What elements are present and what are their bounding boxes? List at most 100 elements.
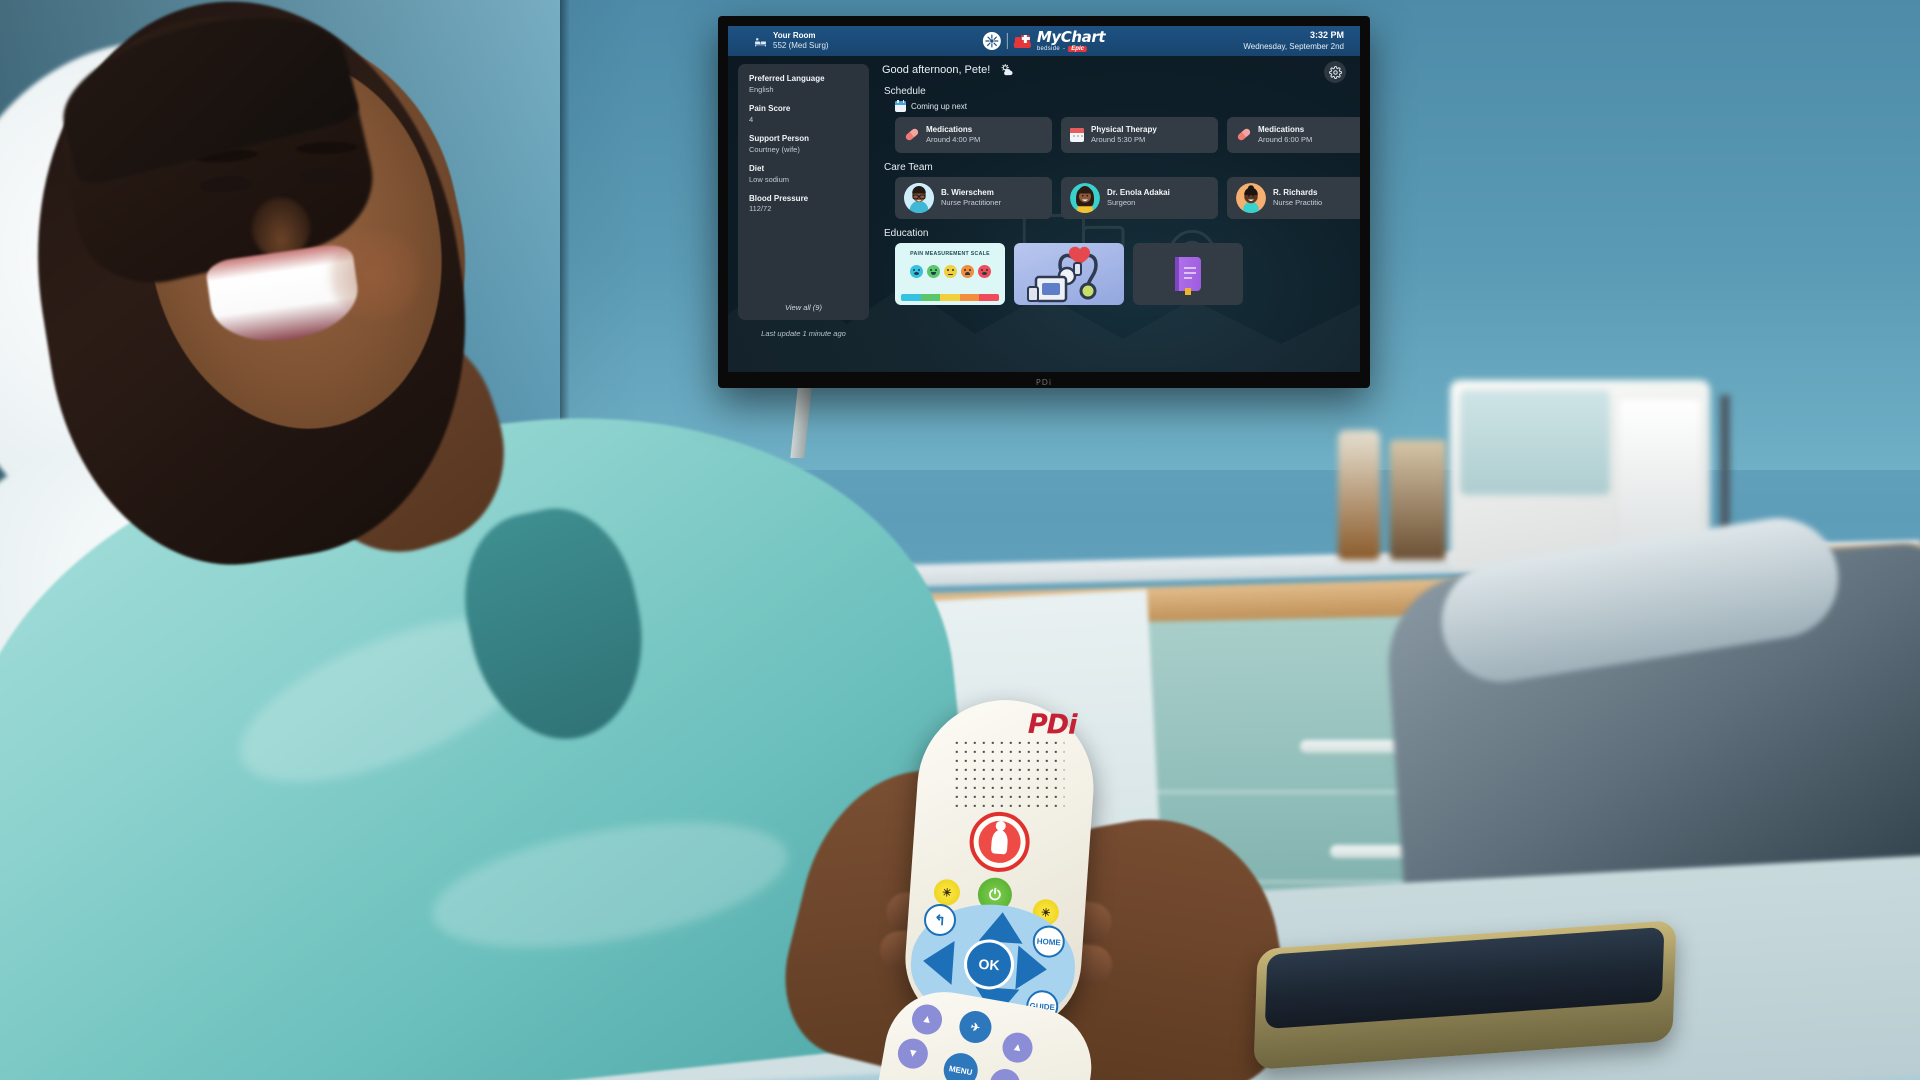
volume-up-button[interactable]: ▲ xyxy=(1000,1030,1035,1066)
pain-scale-faces xyxy=(895,265,1005,278)
schedule-card-row: Medications Around 4:00 PM Physical Ther… xyxy=(882,117,1360,153)
book-icon xyxy=(1175,257,1201,295)
gear-icon xyxy=(1328,65,1342,79)
settings-button[interactable] xyxy=(1324,61,1346,83)
education-card-pain-scale[interactable]: PAIN MEASUREMENT SCALE xyxy=(895,243,1005,305)
sidebar-value: English xyxy=(749,84,774,94)
greeting-row: Good afternoon, Pete! xyxy=(882,63,1360,77)
sidebar-label: Support Person xyxy=(749,133,810,143)
wall-mounted-tv: Your Room 552 (Med Surg) Roo xyxy=(718,16,1370,458)
sidebar-label: Pain Score xyxy=(749,103,791,113)
face-icon-4 xyxy=(960,265,974,278)
care-team-name: R. Richards xyxy=(1273,188,1318,198)
schedule-card[interactable]: Medications Around 4:00 PM xyxy=(895,117,1052,153)
drawer-handle-2 xyxy=(1330,845,1410,858)
current-date: Wednesday, September 2nd xyxy=(1243,41,1344,51)
avatar-long-hair-yellow xyxy=(1070,183,1100,213)
channel-down-button[interactable]: ▼ xyxy=(895,1036,931,1071)
bedside-wordmark: bedside xyxy=(1036,46,1060,52)
schedule-card-time: Around 5:30 PM xyxy=(1091,135,1146,145)
education-section-title: Education xyxy=(884,228,929,239)
care-team-section-title: Care Team xyxy=(884,162,933,173)
schedule-section-title: Schedule xyxy=(884,86,926,97)
dpad-left-button[interactable] xyxy=(921,938,955,985)
current-time: 3:32 PM xyxy=(1309,29,1344,40)
clock-area: 3:32 PM Wednesday, September 2nd xyxy=(1243,30,1348,52)
brand-separator: - xyxy=(1062,46,1066,52)
sidebar-label: Diet xyxy=(749,163,765,173)
education-card-stethoscope[interactable] xyxy=(1014,243,1124,305)
care-team-card[interactable]: R. Richards Nurse Practitio xyxy=(1227,177,1360,219)
coming-up-next-label: Coming up next xyxy=(911,102,968,111)
sidebar-value: 112/72 xyxy=(749,204,772,214)
care-team-card[interactable]: Dr. Enola Adakai Surgeon xyxy=(1061,177,1218,219)
mychart-bedside-app: Your Room 552 (Med Surg) Roo xyxy=(728,26,1360,372)
avatar xyxy=(1236,183,1266,213)
sidebar-row-support-person: Support Person Courtney (wife) xyxy=(749,134,858,155)
counter-monitor-screen xyxy=(1460,390,1610,495)
nurse-call-inner xyxy=(977,819,1023,865)
tv-bezel: Your Room 552 (Med Surg) Roo xyxy=(718,16,1370,388)
schedule-card-title: Medications xyxy=(926,124,973,134)
pill-icon xyxy=(904,126,920,143)
patient-cheek xyxy=(330,230,420,320)
schedule-card-time: Around 4:00 PM xyxy=(926,135,981,145)
volume-down-button[interactable]: ▼ xyxy=(987,1066,1023,1080)
app-body: Preferred Language English Pain Score 4 … xyxy=(728,56,1360,372)
face-icon-3 xyxy=(943,265,957,278)
tv-pdi-badge: PDi xyxy=(1035,378,1053,387)
sidebar-label: Blood Pressure xyxy=(749,193,809,203)
tv-screen: Your Room 552 (Med Surg) Roo xyxy=(728,26,1360,372)
mychart-brand-lockup: MyChart bedside - Epic xyxy=(982,28,1106,52)
cabinet-seam-3 xyxy=(1130,790,1430,794)
hospital-room-scene: PDi ☀ ⏻ ☀ OK ↰ HOME GUIDE ▲ ▼ ✈ MENU ▲ ▼… xyxy=(0,0,1920,1080)
sidebar-wrapper: Preferred Language English Pain Score 4 … xyxy=(728,56,876,372)
stethoscope-illustration-icon xyxy=(1027,246,1098,303)
main-content: Good afternoon, Pete! Schedule Coming up… xyxy=(876,56,1360,372)
view-all-link[interactable]: View all (9) xyxy=(749,303,858,312)
sidebar-label: Preferred Language xyxy=(749,74,825,83)
sidebar-row-blood-pressure: Blood Pressure 112/72 xyxy=(749,194,858,215)
care-team-name: B. Wierschem xyxy=(941,188,994,198)
mychart-wordmark: MyChart xyxy=(1036,28,1106,46)
pain-scale-color-bar xyxy=(901,294,999,301)
channel-up-button[interactable]: ▲ xyxy=(909,1002,945,1037)
avatar-glasses-teal xyxy=(904,183,934,213)
avatar xyxy=(1070,183,1100,213)
care-team-card[interactable]: B. Wierschem Nurse Practitioner xyxy=(895,177,1052,219)
your-room-info: Your Room 552 (Med Surg) xyxy=(754,31,829,51)
patient-info-sidebar: Preferred Language English Pain Score 4 … xyxy=(738,64,869,320)
face-icon-5 xyxy=(977,265,991,278)
education-card-row: PAIN MEASUREMENT SCALE xyxy=(882,243,1360,305)
app-top-bar: Your Room 552 (Med Surg) Roo xyxy=(728,26,1360,56)
sidebar-value: Low sodium xyxy=(749,174,790,184)
greeting-text: Good afternoon, Pete! xyxy=(882,64,991,76)
face-icon-2 xyxy=(926,265,940,278)
brand-divider xyxy=(1006,33,1008,49)
counter-box-brown xyxy=(1390,440,1446,560)
schedule-card-title: Medications xyxy=(1258,124,1305,134)
care-team-card-row: B. Wierschem Nurse Practitioner Dr. Enol… xyxy=(882,177,1360,219)
counter-paper-stack xyxy=(1620,400,1700,540)
your-room-label: Your Room xyxy=(773,31,816,40)
hospital-asterisk-logo-icon xyxy=(982,32,1001,50)
sidebar-value: Courtney (wife) xyxy=(749,144,800,154)
mute-button[interactable]: ✈ xyxy=(956,1008,994,1046)
dpad-up-button[interactable] xyxy=(978,910,1025,944)
education-card-book[interactable] xyxy=(1133,243,1243,305)
sidebar-row-pain-score: Pain Score 4 xyxy=(749,104,858,125)
avatar xyxy=(904,183,934,213)
sidebar-row-preferred-language: Preferred Language English xyxy=(749,74,858,95)
schedule-card[interactable]: Medications Around 6:00 PM xyxy=(1227,117,1360,153)
remote-speaker-grid xyxy=(952,738,1065,813)
sidebar-row-diet: Diet Low sodium xyxy=(749,164,858,185)
your-room-value: 552 (Med Surg) xyxy=(773,41,829,50)
pdi-remote-control[interactable]: PDi ☀ ⏻ ☀ OK ↰ HOME GUIDE ▲ ▼ ✈ MENU ▲ ▼… xyxy=(869,694,1101,1080)
schedule-card[interactable]: Physical Therapy Around 5:30 PM xyxy=(1061,117,1218,153)
mychart-bed-icon xyxy=(1013,34,1031,48)
menu-button[interactable]: MENU xyxy=(941,1050,981,1080)
last-update-text: Last update 1 minute ago xyxy=(761,329,846,338)
bed-icon xyxy=(754,35,767,48)
counter-bottle-amber xyxy=(1338,430,1380,560)
nurse-icon xyxy=(990,829,1009,855)
